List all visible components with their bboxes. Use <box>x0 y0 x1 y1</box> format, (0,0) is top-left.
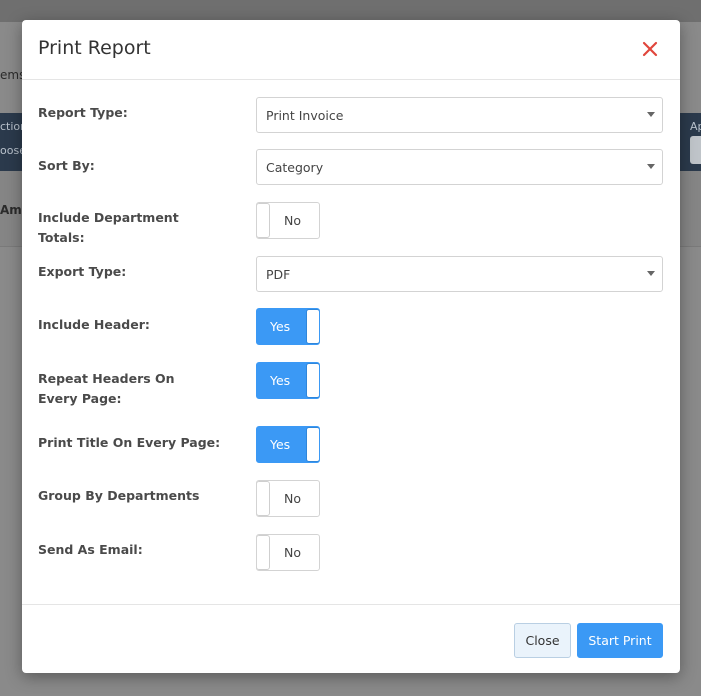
toggle-state: Yes <box>270 437 291 452</box>
send-as-email-toggle[interactable]: No <box>256 534 320 571</box>
repeat-headers-toggle[interactable]: Yes <box>256 362 320 399</box>
dialog-footer: Close Start Print <box>22 604 680 673</box>
chevron-down-icon <box>647 164 655 169</box>
toggle-handle <box>306 309 319 344</box>
sort-by-label: Sort By: <box>38 158 95 173</box>
include-department-totals-label: Include Department Totals: <box>38 210 179 245</box>
print-title-label: Print Title On Every Page: <box>38 435 221 450</box>
export-type-select[interactable]: PDF <box>256 256 663 292</box>
start-print-button[interactable]: Start Print <box>577 623 663 658</box>
export-type-value: PDF <box>266 267 291 282</box>
toggle-state: Yes <box>270 373 291 388</box>
toggle-handle <box>257 535 270 570</box>
group-by-departments-label: Group By Departments <box>38 488 200 503</box>
close-button[interactable]: Close <box>514 623 571 658</box>
include-header-toggle[interactable]: Yes <box>256 308 320 345</box>
report-type-label: Report Type: <box>38 105 128 120</box>
toggle-state: No <box>284 491 301 506</box>
send-as-email-label: Send As Email: <box>38 542 143 557</box>
background-input <box>690 136 701 164</box>
chevron-down-icon <box>647 271 655 276</box>
toggle-handle <box>306 363 319 398</box>
sort-by-select[interactable]: Category <box>256 149 663 185</box>
toggle-state: No <box>284 213 301 228</box>
include-header-label: Include Header: <box>38 317 150 332</box>
group-by-departments-toggle[interactable]: No <box>256 480 320 517</box>
dialog-header: Print Report <box>22 20 680 80</box>
report-type-value: Print Invoice <box>266 108 344 123</box>
toggle-handle <box>306 427 319 462</box>
chevron-down-icon <box>647 112 655 117</box>
sort-by-value: Category <box>266 160 324 175</box>
print-report-dialog: Print Report Report Type: Print Invoice … <box>22 20 680 673</box>
export-type-label: Export Type: <box>38 264 127 279</box>
toggle-state: Yes <box>270 319 291 334</box>
dialog-title: Print Report <box>38 37 151 59</box>
print-title-toggle[interactable]: Yes <box>256 426 320 463</box>
background-text-ap: Ap <box>690 120 701 133</box>
repeat-headers-label: Repeat Headers On Every Page: <box>38 371 175 406</box>
toggle-handle <box>257 203 270 238</box>
include-department-totals-toggle[interactable]: No <box>256 202 320 239</box>
close-icon[interactable] <box>638 37 662 61</box>
toggle-handle <box>257 481 270 516</box>
toggle-state: No <box>284 545 301 560</box>
background-topbar <box>0 0 701 22</box>
report-type-select[interactable]: Print Invoice <box>256 97 663 133</box>
